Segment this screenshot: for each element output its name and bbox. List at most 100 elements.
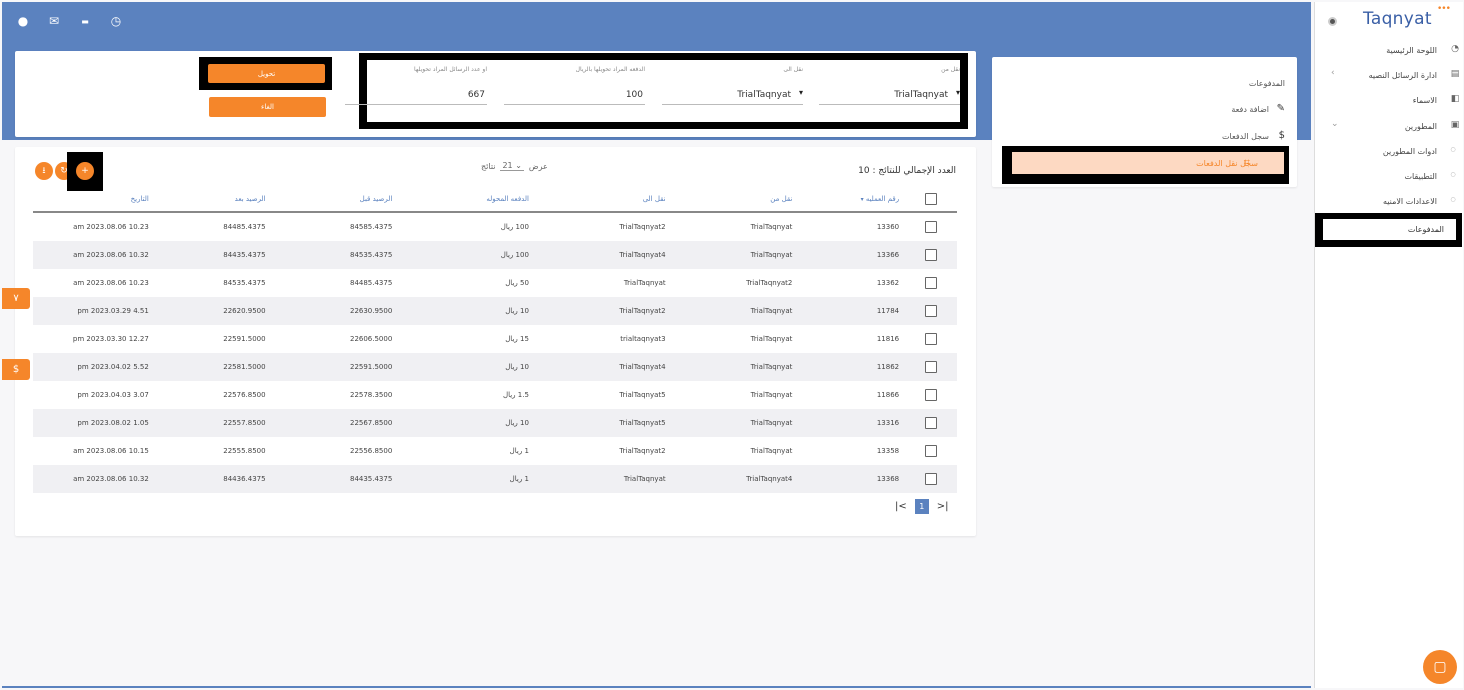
- column-header[interactable]: نقل من: [671, 187, 799, 213]
- row-checkbox-cell: [905, 297, 957, 325]
- table-row[interactable]: 13360 TrialTaqnyat TrialTaqnyat2 100 ريال 84…: [33, 212, 957, 241]
- bullet-icon: ○: [1450, 146, 1456, 153]
- row-checkbox[interactable]: [925, 445, 938, 457]
- table-cell: 22620.9500: [154, 297, 272, 325]
- row-checkbox-cell: [905, 437, 957, 465]
- table-row[interactable]: 13362 TrialTaqnyat2 TrialTaqnyat 50 ريال 844…: [33, 269, 957, 297]
- sidebar-item-apps[interactable]: التطبيقات ○: [1315, 165, 1463, 187]
- row-checkbox[interactable]: [925, 249, 938, 261]
- sidebar-item-messages[interactable]: ‹ ادارة الرسائل النصيه ▤: [1315, 64, 1463, 86]
- payments-card-title: المدفوعات: [1248, 79, 1285, 88]
- page-current[interactable]: 1: [914, 499, 929, 514]
- row-checkbox-cell: [905, 269, 957, 297]
- last-page-icon[interactable]: >|: [937, 501, 949, 512]
- transfers-table-card: العدد الإجمالي للنتائج : 10 نتائج 21 ⌄ ع…: [15, 147, 976, 536]
- add-payment-link[interactable]: اضافة دفعة: [1231, 105, 1269, 114]
- dashboard-icon: ◔: [1451, 44, 1459, 54]
- table-row[interactable]: 13366 TrialTaqnyat TrialTaqnyat4 100 ريال 84…: [33, 241, 957, 269]
- to-field-value: TrialTaqnyat: [737, 90, 791, 100]
- table-row[interactable]: 11816 TrialTaqnyat trialtaqnyat3 15 ريال 226…: [33, 325, 957, 353]
- from-field[interactable]: نقل من TrialTaqnyat ▾: [819, 66, 960, 110]
- sidebar-item-names[interactable]: الاسماء ◧: [1315, 89, 1463, 111]
- side-tab-dollar[interactable]: $: [2, 359, 30, 380]
- table-cell: 13360: [876, 223, 900, 231]
- row-checkbox[interactable]: [925, 361, 938, 373]
- table-cell: 4.51 2023.03.29 pm: [33, 297, 155, 325]
- table-cell: 84435.4375: [271, 465, 399, 493]
- column-header[interactable]: نقل الى: [534, 187, 672, 213]
- table-row[interactable]: 11862 TrialTaqnyat TrialTaqnyat4 10 ريال 225…: [33, 353, 957, 381]
- user-icon[interactable]: ●: [14, 14, 32, 28]
- table-row[interactable]: 13368 TrialTaqnyat4 TrialTaqnyat 1 ريال 8443…: [33, 465, 957, 493]
- bottom-border: [2, 686, 1311, 688]
- sidebar-item-dev-tools[interactable]: ادوات المطورين ○: [1315, 140, 1463, 162]
- messages-count-field[interactable]: او عدد الرسائل المراد تحويلها 667: [345, 66, 487, 110]
- table-body: 13360 TrialTaqnyat TrialTaqnyat2 100 ريال 84…: [33, 212, 957, 493]
- row-checkbox-cell: [905, 241, 957, 269]
- table-cell: TrialTaqnyat5: [619, 391, 666, 399]
- row-checkbox[interactable]: [925, 277, 938, 289]
- table-cell: TrialTaqnyat2: [619, 447, 666, 455]
- transfer-button[interactable]: تحويل: [208, 64, 325, 83]
- amount-field[interactable]: الدفعه المراد تحويلها بالريال 100: [504, 66, 645, 110]
- pagination: |< 1 >|: [895, 499, 949, 514]
- field-underline: [819, 104, 960, 105]
- sidebar-toggle-icon[interactable]: [1328, 17, 1337, 26]
- table-cell: 1.5 ريال: [503, 391, 529, 399]
- table-cell: TrialTaqnyat5: [534, 409, 672, 437]
- column-header[interactable]: التاريخ: [33, 187, 155, 213]
- sidebar-item-security[interactable]: الاعدادات الامنيه ○: [1315, 190, 1463, 212]
- column-header[interactable]: الدفعه المحوله: [398, 187, 535, 213]
- flag-icon[interactable]: ▬: [76, 14, 94, 28]
- row-checkbox[interactable]: [925, 333, 938, 345]
- payment-history-link[interactable]: سجل الدفعات: [1222, 132, 1269, 141]
- to-field[interactable]: نقل الى TrialTaqnyat ▾: [662, 66, 803, 110]
- chevron-left-icon: ‹: [1331, 68, 1335, 78]
- table-cell: 22555.8500: [223, 447, 266, 455]
- chat-button[interactable]: ▢: [1423, 650, 1457, 684]
- column-header[interactable]: الرصيد قبل: [271, 187, 399, 213]
- row-checkbox[interactable]: [925, 221, 938, 233]
- table-cell: 13362: [876, 279, 900, 287]
- sidebar-item-label: ادارة الرسائل النصيه: [1368, 70, 1437, 80]
- sidebar-item-dashboard[interactable]: اللوحة الرئيسية ◔: [1315, 39, 1463, 61]
- table-cell: 11784: [798, 297, 906, 325]
- table-cell: 22556.8500: [349, 447, 393, 455]
- show-label: عرض: [528, 161, 548, 171]
- table-cell: 84435.4375: [154, 241, 272, 269]
- column-header[interactable]: رقم العمليه ▾: [798, 187, 906, 213]
- table-cell: 13316: [798, 409, 906, 437]
- select-all-checkbox[interactable]: [925, 193, 938, 205]
- table-row[interactable]: 13358 TrialTaqnyat TrialTaqnyat2 1 ريال 2255…: [33, 437, 957, 465]
- row-checkbox-cell: [905, 325, 957, 353]
- first-page-icon[interactable]: |<: [895, 501, 907, 512]
- table-row[interactable]: 13316 TrialTaqnyat TrialTaqnyat5 10 ريال 225…: [33, 409, 957, 437]
- message-icon: ▤: [1450, 69, 1460, 79]
- column-header[interactable]: الرصيد بعد: [154, 187, 272, 213]
- row-checkbox[interactable]: [925, 473, 938, 485]
- add-button[interactable]: +: [76, 162, 94, 180]
- row-checkbox[interactable]: [925, 389, 938, 401]
- mail-icon[interactable]: ✉: [45, 14, 63, 28]
- row-checkbox[interactable]: [925, 417, 938, 429]
- sidebar-item-payments[interactable]: المدفوعات: [1315, 213, 1462, 247]
- sidebar-item-developers[interactable]: ⌄ المطورين ▣: [1315, 115, 1463, 137]
- amount-field-value: 100: [625, 90, 643, 100]
- table-row[interactable]: 11866 TrialTaqnyat TrialTaqnyat5 1.5 ريال 22…: [33, 381, 957, 409]
- clock-icon[interactable]: ◷: [107, 14, 125, 28]
- table-row[interactable]: 11784 TrialTaqnyat TrialTaqnyat2 10 ريال 226…: [33, 297, 957, 325]
- transfer-form-card: تحويل الغاء نقل من TrialTaqnyat ▾ نقل ال…: [15, 51, 976, 137]
- table-cell: 10.23 2023.08.06 am: [73, 279, 149, 287]
- transfer-history-link[interactable]: سجل نقل الدفعات ⌗: [1012, 152, 1284, 174]
- table-cell: 1 ريال: [509, 447, 529, 455]
- download-icon: ⭳: [42, 166, 46, 176]
- table-cell: TrialTaqnyat: [671, 297, 799, 325]
- cancel-button[interactable]: الغاء: [209, 97, 326, 117]
- row-checkbox[interactable]: [925, 305, 938, 317]
- side-tab-settings[interactable]: ٧: [2, 288, 30, 309]
- page-size-value: 21: [502, 161, 513, 170]
- table-cell: 10.32 2023.08.06 am: [33, 465, 155, 493]
- page-size-select[interactable]: 21 ⌄: [500, 161, 524, 171]
- download-button[interactable]: ⭳: [35, 162, 53, 180]
- table-cell: 13358: [876, 447, 900, 455]
